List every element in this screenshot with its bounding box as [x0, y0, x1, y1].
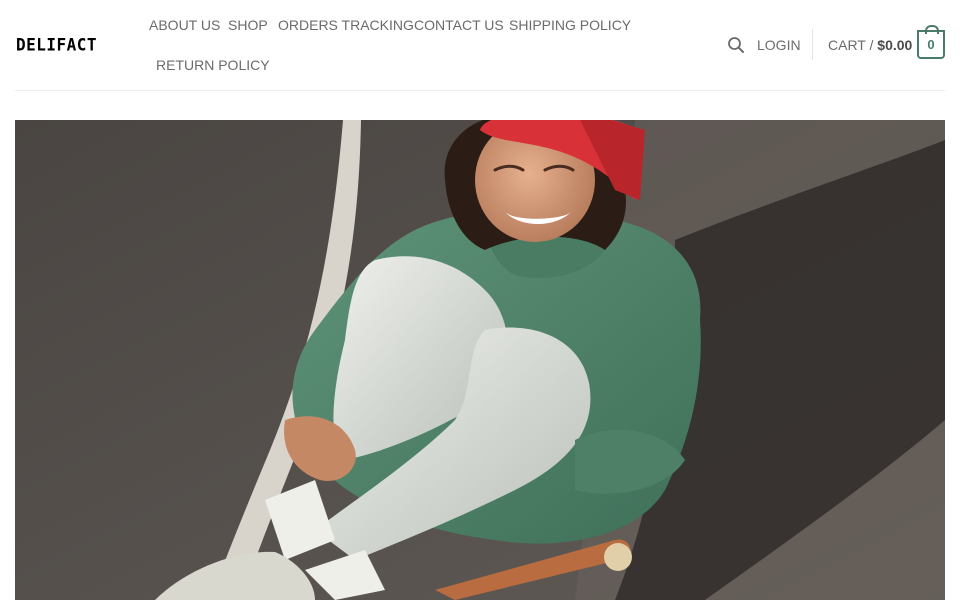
- nav-item-shipping-policy[interactable]: SHIPPING POLICY: [509, 17, 631, 33]
- nav-item-shop[interactable]: SHOP: [228, 17, 268, 33]
- nav-item-contact-us[interactable]: CONTACT US: [414, 17, 504, 33]
- cart-amount: $0.00: [877, 37, 913, 53]
- header-divider-vertical: [812, 29, 813, 60]
- hero-illustration: [15, 120, 945, 600]
- nav-item-return-policy[interactable]: RETURN POLICY: [156, 57, 270, 73]
- hero-image: [15, 120, 945, 600]
- cart-bag-handle: [925, 25, 939, 34]
- nav-item-orders-tracking[interactable]: ORDERS TRACKING: [278, 17, 414, 33]
- cart-link[interactable]: CART / $0.00: [828, 37, 912, 53]
- cart-count: 0: [927, 37, 935, 52]
- header-bottom-divider: [15, 90, 945, 91]
- nav-item-about-us[interactable]: ABOUT US: [149, 17, 220, 33]
- search-icon[interactable]: [727, 36, 745, 54]
- site-logo[interactable]: DELIFACT: [16, 35, 97, 55]
- cart-bag-icon[interactable]: 0: [917, 25, 945, 59]
- site-header: DELIFACT ABOUT US SHOP ORDERS TRACKING C…: [0, 0, 960, 91]
- cart-label: CART /: [828, 37, 874, 53]
- login-link[interactable]: LOGIN: [757, 37, 801, 53]
